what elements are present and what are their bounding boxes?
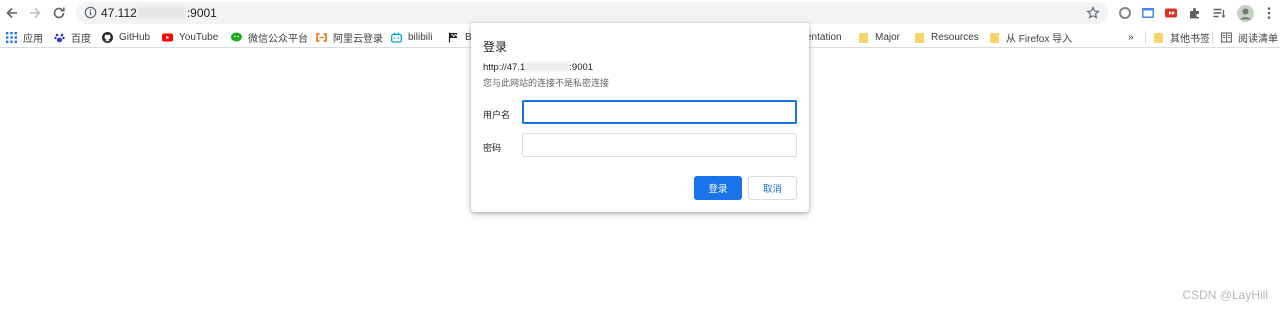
bookmark-folder-major[interactable]: Major [859,30,900,45]
bookmark-baidu[interactable]: 百度 [54,30,91,45]
extensions-puzzle-icon[interactable] [1187,5,1203,21]
bookmark-label: Major [875,32,901,43]
cancel-button[interactable]: 取消 [748,176,797,200]
bookmark-label: bilibili [408,32,433,43]
extension-video-icon[interactable] [1163,5,1179,21]
redacted-ip [525,62,570,71]
extension-circle-icon[interactable] [1117,5,1133,21]
reading-list-book-icon [1221,32,1232,43]
login-button[interactable]: 登录 [694,176,742,200]
dialog-origin: http://47.1 :9001 [483,62,593,73]
bookmark-github[interactable]: GitHub [102,30,150,45]
bookmarks-divider [1212,31,1213,44]
flag-icon [448,32,458,43]
address-url-prefix: 47.112 [101,6,137,20]
reading-list-button[interactable]: 阅读清单 [1221,30,1278,45]
bookmark-documentation[interactable]: entation [806,30,842,45]
bookmark-apps[interactable]: 应用 [6,30,43,45]
bookmark-label: 微信公众平台 [248,34,308,45]
bookmark-label: 百度 [71,34,91,45]
bookmark-b[interactable]: B [448,30,472,45]
aliyun-icon [316,33,327,42]
username-label: 用户名 [483,110,511,120]
bookmark-label: GitHub [119,32,151,43]
folder-icon [1154,32,1163,43]
bookmark-aliyun[interactable]: 阿里云登录 [316,30,383,45]
bookmarks-overflow-button[interactable]: » [1128,30,1134,45]
extension-window-icon[interactable] [1140,5,1156,21]
site-info-icon[interactable] [84,6,97,19]
bilibili-icon [391,32,402,43]
apps-grid-icon [6,32,17,43]
wechat-icon [231,32,242,42]
bookmark-label: entation [806,32,842,43]
youtube-icon [162,33,173,42]
address-bar[interactable]: 47.112 :9001 [76,2,1108,24]
bookmark-label: Resources [931,32,979,43]
back-arrow-icon[interactable] [2,4,22,22]
reading-list-icon[interactable] [1211,5,1227,21]
folder-icon [915,32,924,43]
password-field[interactable] [522,133,797,157]
folder-icon [859,32,868,43]
address-url-suffix: :9001 [186,6,217,20]
folder-icon [990,32,999,43]
bookmark-label: 从 Firefox 导入 [1006,34,1073,45]
github-icon [102,32,113,43]
username-field[interactable] [522,100,797,124]
bookmark-wechat-mp[interactable]: 微信公众平台 [231,30,308,45]
bookmarks-divider [1145,31,1146,44]
profile-avatar[interactable] [1236,4,1254,22]
forward-arrow-icon[interactable] [25,4,45,22]
csdn-watermark: CSDN @LayHill [1182,288,1268,302]
overflow-chevron-icon: » [1128,32,1134,43]
http-auth-dialog: 登录 http://47.1 :9001 您与此网站的连接不是私密连接 用户名 密… [471,23,809,212]
kebab-menu-icon[interactable] [1261,5,1277,21]
bookmark-youtube[interactable]: YouTube [162,30,218,45]
dialog-origin-suffix: :9001 [569,62,594,73]
address-url: 47.112 :9001 [101,6,217,20]
bookmark-folder-resources[interactable]: Resources [915,30,979,45]
dialog-title: 登录 [483,40,508,54]
bookmark-label: 其他书签 [1170,34,1210,45]
bookmark-label: 阅读清单 [1238,34,1278,45]
bookmark-label: 应用 [23,34,43,45]
dialog-origin-prefix: http://47.1 [483,62,526,73]
bookmark-label: 阿里云登录 [333,34,383,45]
bookmark-bilibili[interactable]: bilibili [391,30,432,45]
reload-icon[interactable] [49,4,69,22]
bookmark-label: YouTube [179,32,219,43]
bookmark-folder-firefox-import[interactable]: 从 Firefox 导入 [990,30,1072,45]
bookmark-other-folder[interactable]: 其他书签 [1154,30,1210,45]
bookmark-star-icon[interactable] [1086,6,1100,20]
connection-warning: 您与此网站的连接不是私密连接 [483,78,610,88]
baidu-paw-icon [54,33,65,43]
password-label: 密码 [483,143,502,153]
redacted-ip [137,7,186,18]
